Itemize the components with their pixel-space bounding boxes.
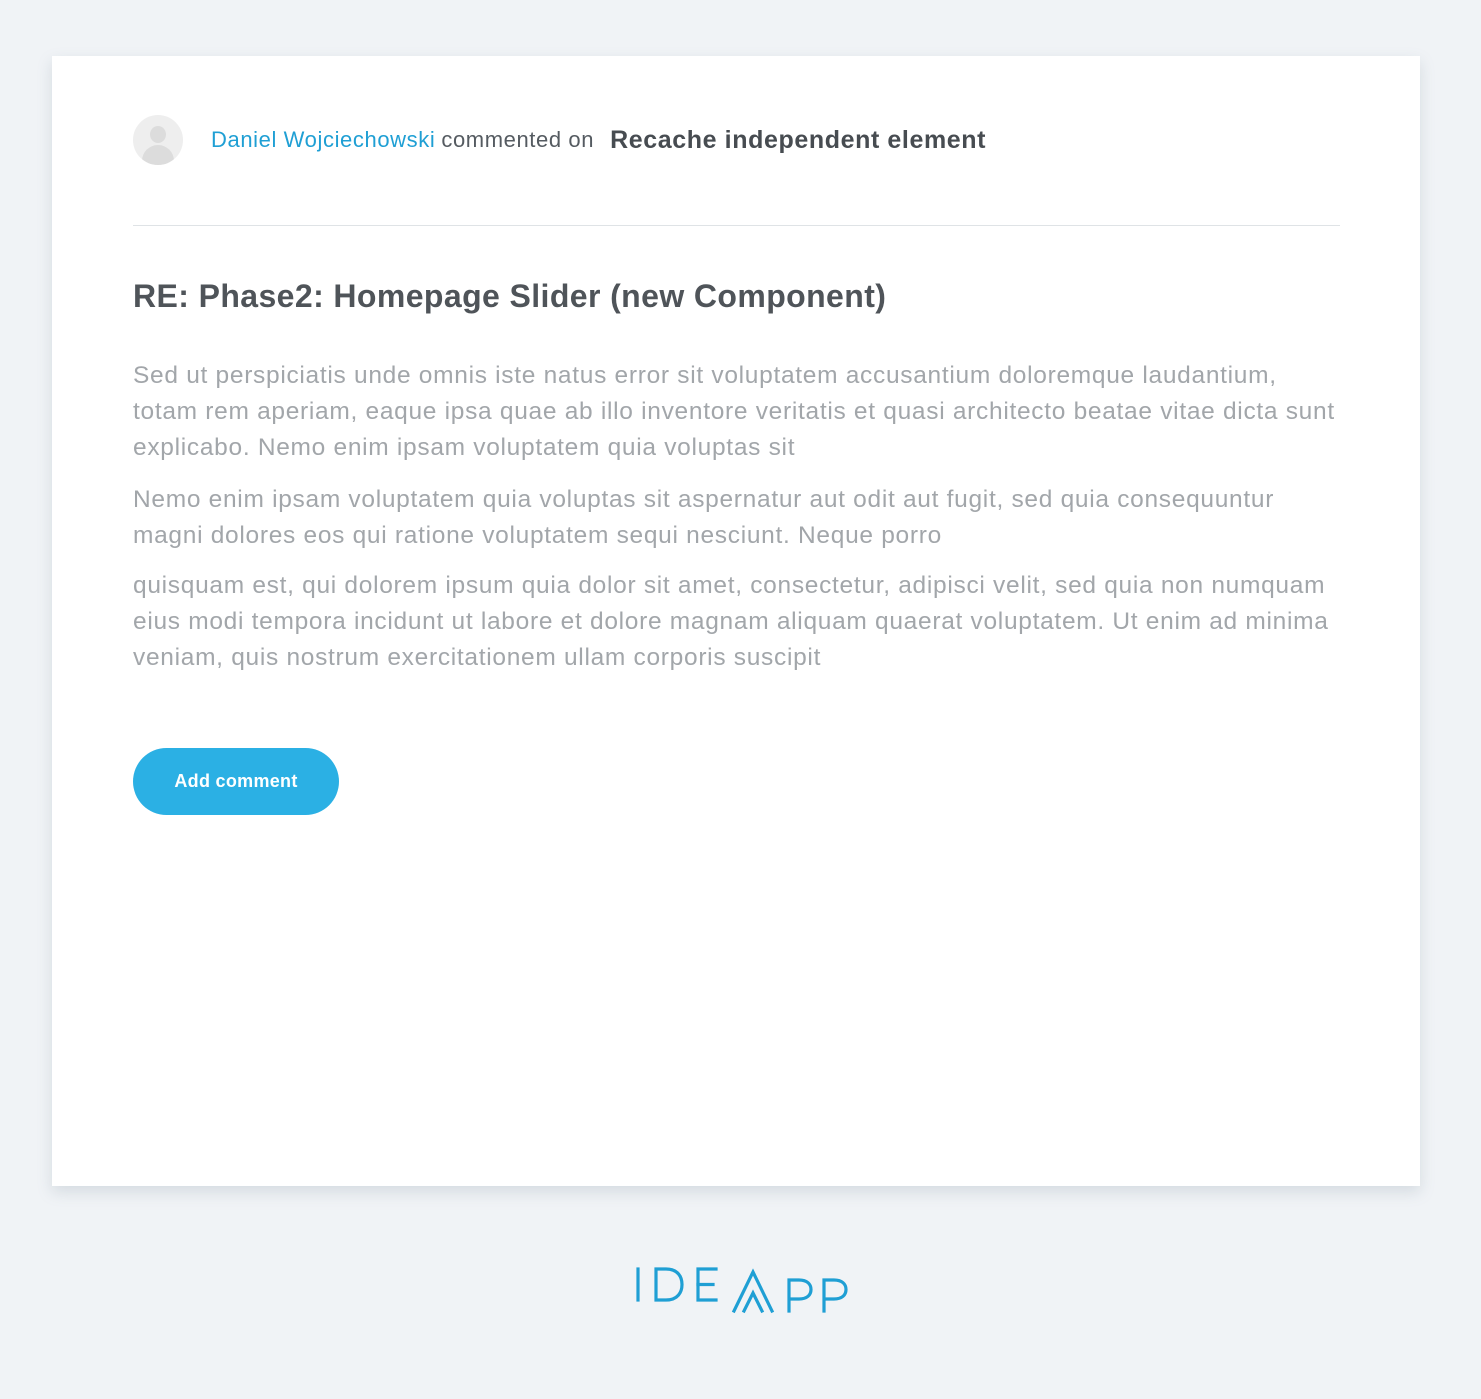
divider	[133, 225, 1340, 226]
comment-body: Sed ut perspiciatis unde omnis iste natu…	[133, 358, 1348, 676]
notification-header: Daniel Wojciechowski commented on Recach…	[133, 114, 986, 166]
email-card: Daniel Wojciechowski commented on Recach…	[52, 56, 1420, 1186]
target-title[interactable]: Recache independent element	[610, 126, 986, 155]
add-comment-button[interactable]: Add comment	[133, 748, 339, 815]
action-text: commented on	[441, 127, 595, 152]
comment-paragraph: Nemo enim ipsam voluptatem quia voluptas…	[133, 486, 1275, 549]
user-silhouette-icon	[150, 126, 166, 143]
ideapp-logo	[636, 1267, 848, 1314]
comment-paragraph: Sed ut perspiciatis unde omnis iste natu…	[133, 362, 1335, 461]
author-link[interactable]: Daniel Wojciechowski	[211, 127, 435, 153]
comment-subject: RE: Phase2: Homepage Slider (new Compone…	[133, 278, 887, 314]
comment-paragraph: quisquam est, qui dolorem ipsum quia dol…	[133, 572, 1329, 671]
avatar	[133, 115, 183, 165]
